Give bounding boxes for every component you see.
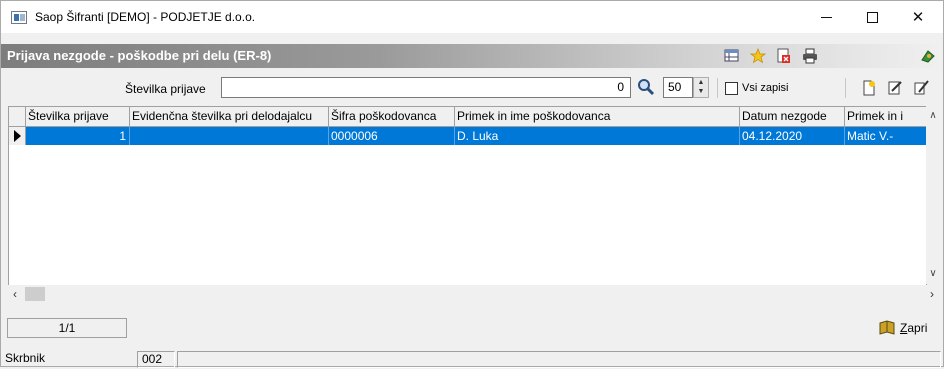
- scroll-thumb[interactable]: [25, 287, 45, 301]
- close-button[interactable]: Zapri: [878, 320, 927, 336]
- scroll-left-icon[interactable]: ‹: [7, 285, 23, 303]
- scroll-right-icon[interactable]: ›: [924, 285, 940, 303]
- record-count: 1/1: [7, 318, 127, 338]
- close-book-icon: [879, 320, 895, 335]
- horizontal-scrollbar-track[interactable]: ‹ ›: [7, 285, 940, 303]
- close-button-label: Zapri: [900, 321, 928, 335]
